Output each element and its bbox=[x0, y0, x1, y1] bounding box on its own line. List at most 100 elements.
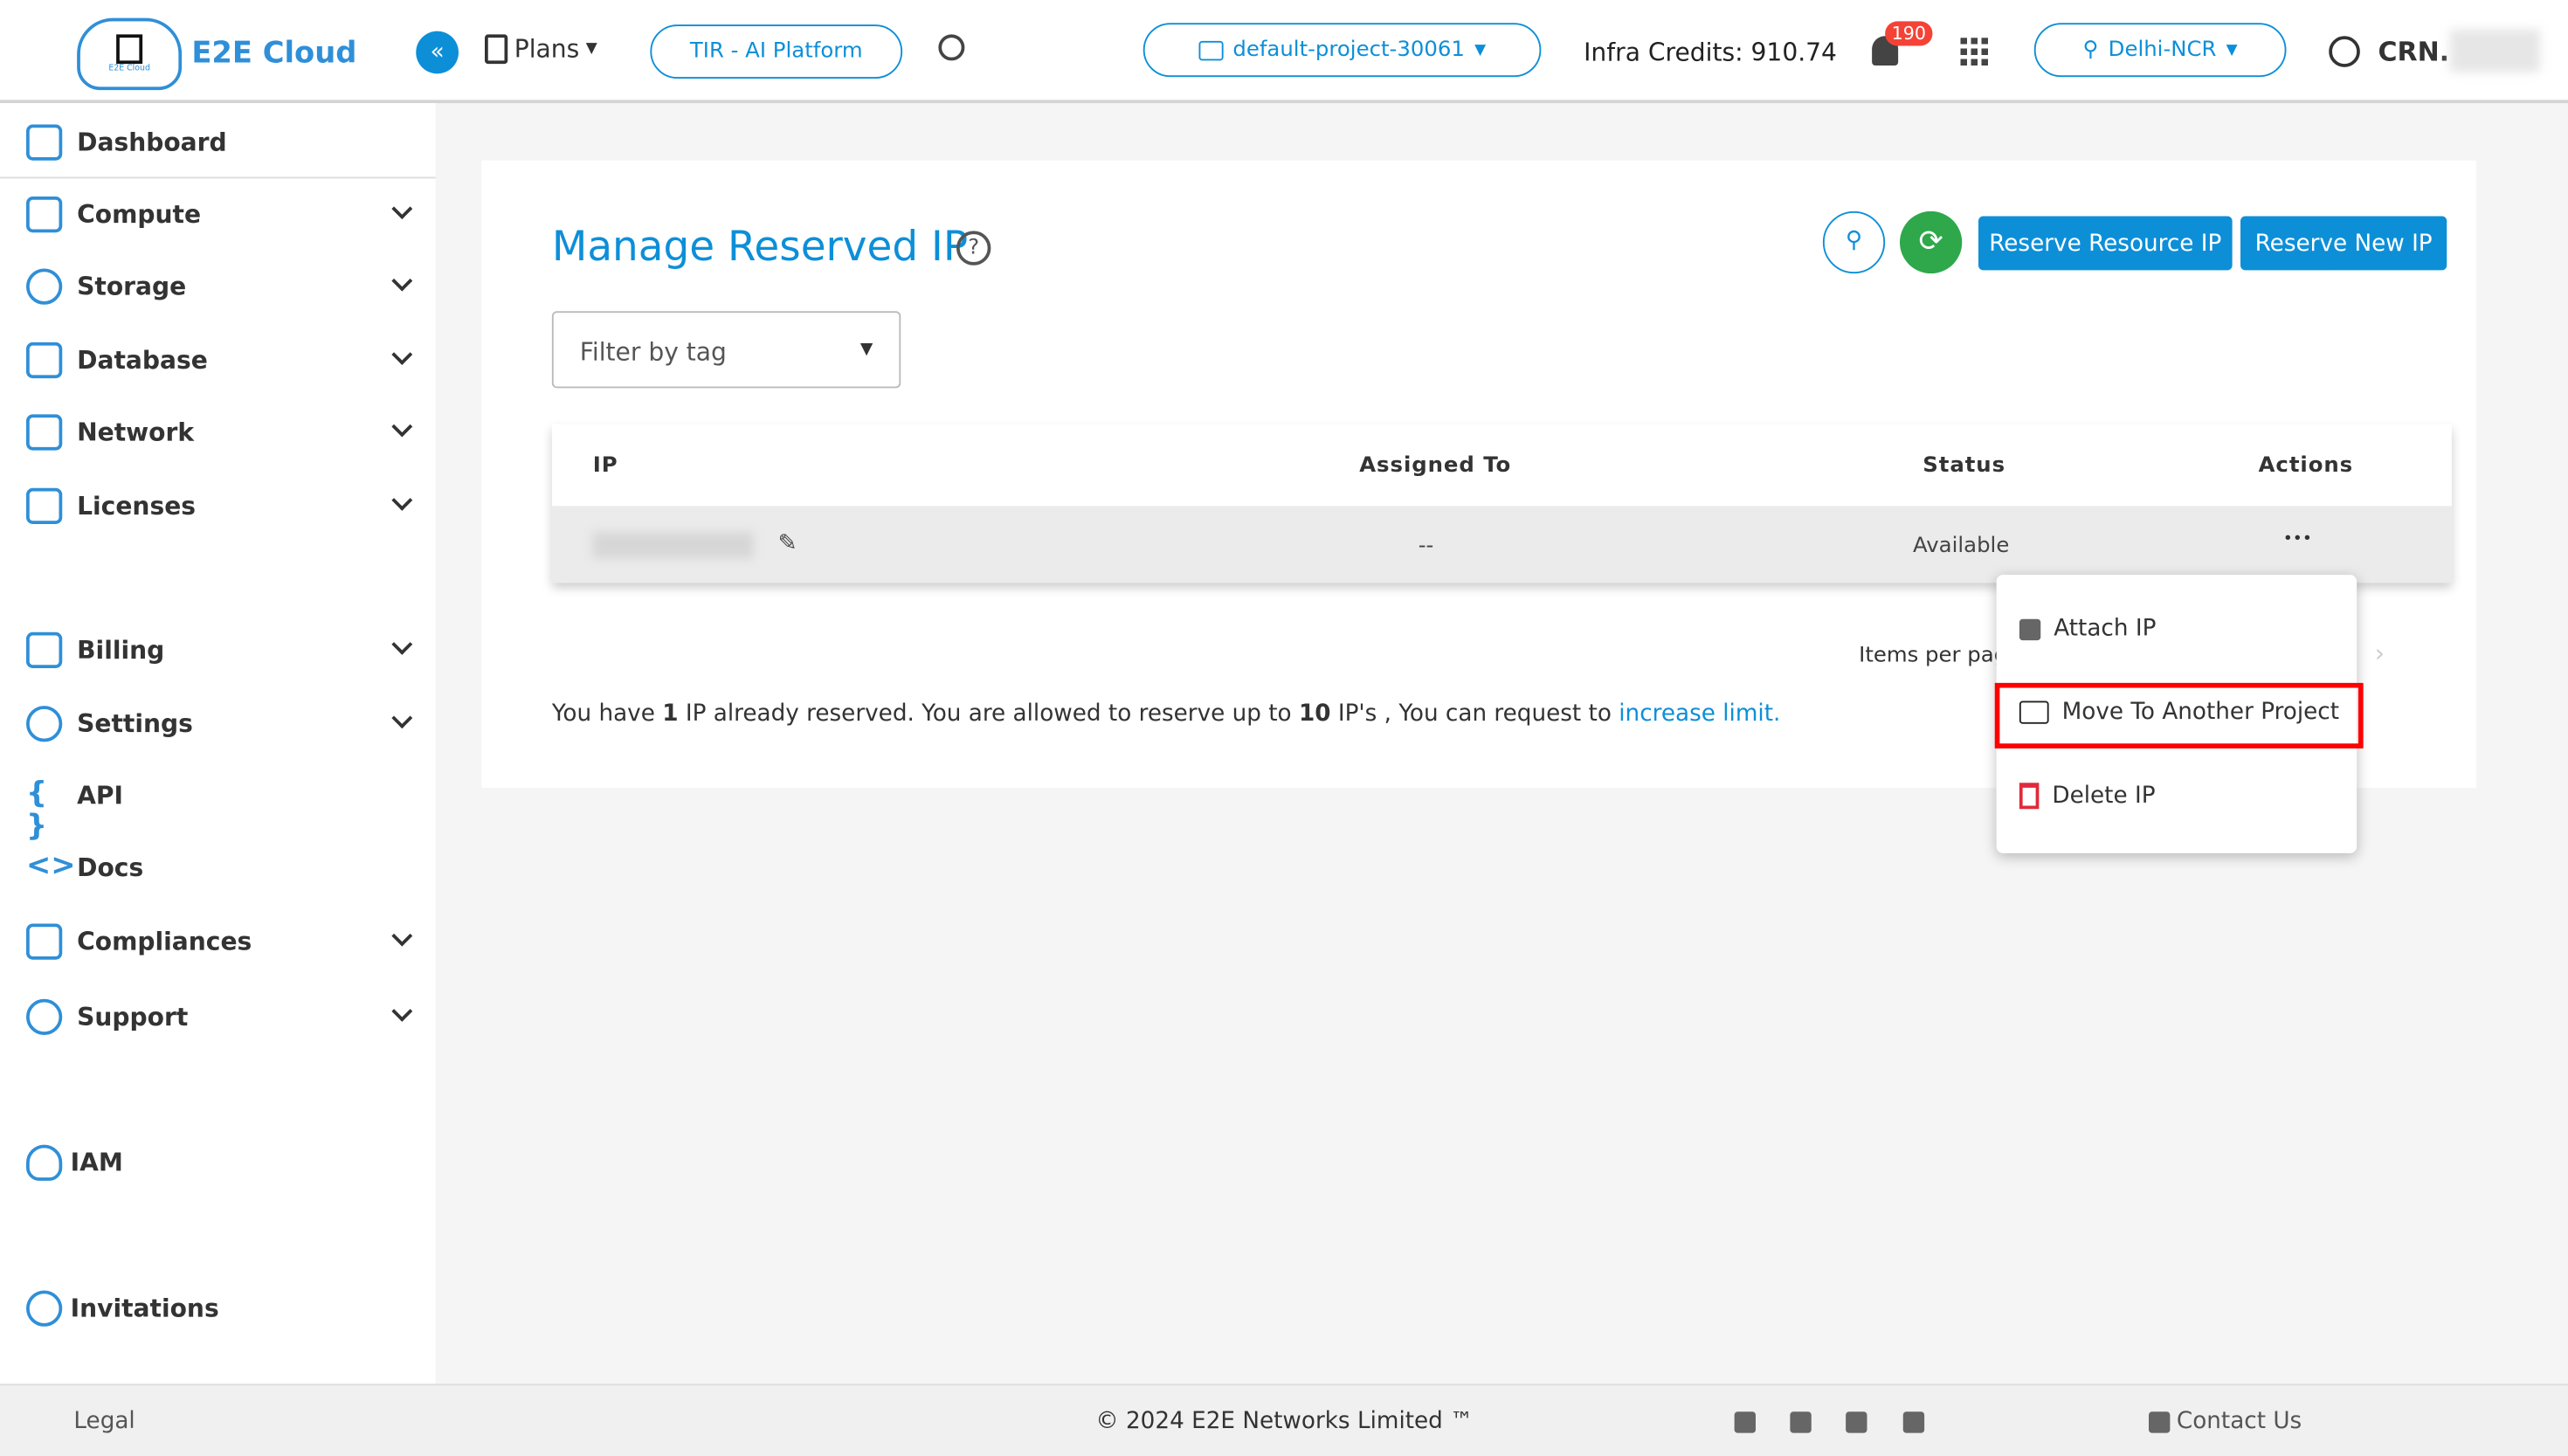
sidebar-item-support[interactable]: Support bbox=[0, 984, 436, 1050]
region-selector[interactable]: ⚲ Delhi-NCR ▼ bbox=[2033, 23, 2287, 78]
chevron-down-icon bbox=[391, 925, 413, 947]
reserve-resource-ip-button[interactable]: Reserve Resource IP bbox=[1978, 216, 2233, 271]
dashboard-icon bbox=[26, 124, 63, 161]
chevron-down-icon bbox=[391, 198, 413, 219]
trash-icon bbox=[2019, 783, 2040, 810]
top-bar: E2E Cloud E2E Cloud « Plans ▼ TIR - AI Pl… bbox=[0, 0, 2568, 104]
notice-text: IP already reserved. You are allowed to … bbox=[678, 700, 1299, 728]
logo-text: E2E Cloud bbox=[108, 64, 150, 74]
network-icon bbox=[26, 414, 63, 451]
billing-icon bbox=[26, 631, 63, 668]
database-icon bbox=[26, 342, 63, 379]
search-button[interactable]: ⚲ bbox=[1822, 210, 1886, 274]
sidebar-item-label: Compliances bbox=[77, 927, 252, 956]
filter-by-tag-select[interactable]: Filter by tag ▼ bbox=[551, 311, 901, 389]
sidebar-item-network[interactable]: Network bbox=[0, 400, 436, 466]
chevron-down-icon bbox=[391, 633, 413, 655]
contact-us-link[interactable]: Contact Us bbox=[2177, 1409, 2302, 1435]
reserve-limit: 10 bbox=[1298, 700, 1331, 728]
sidebar-item-dashboard[interactable]: Dashboard bbox=[0, 108, 436, 179]
user-avatar-icon[interactable] bbox=[2329, 36, 2360, 67]
sidebar-item-label: Support bbox=[77, 1002, 189, 1032]
infra-credits: Infra Credits: 910.74 bbox=[1584, 38, 1837, 67]
sidebar-item-billing[interactable]: Billing bbox=[0, 618, 436, 683]
refresh-button[interactable]: ⟳ bbox=[1900, 210, 1963, 274]
sidebar-item-label: IAM bbox=[70, 1148, 123, 1178]
legal-link[interactable]: Legal bbox=[73, 1409, 135, 1435]
sidebar-item-api[interactable]: { } API bbox=[0, 763, 436, 844]
sidebar-item-invitations[interactable]: Invitations bbox=[0, 1276, 436, 1342]
sidebar-item-compute[interactable]: Compute bbox=[0, 182, 436, 247]
logo[interactable]: E2E Cloud bbox=[77, 17, 183, 91]
ip-table bbox=[551, 424, 2452, 583]
sidebar-item-label: Invitations bbox=[70, 1294, 219, 1323]
sidebar-item-compliances[interactable]: Compliances bbox=[0, 909, 436, 975]
sidebar-item-iam[interactable]: IAM bbox=[0, 1130, 436, 1196]
chevron-down-icon bbox=[391, 707, 413, 729]
filter-placeholder: Filter by tag bbox=[579, 337, 727, 367]
menu-item-label: Delete IP bbox=[2052, 783, 2156, 810]
column-assigned-to: Assigned To bbox=[1359, 453, 1512, 479]
user-crn[interactable]: CRN. bbox=[2378, 36, 2450, 67]
sidebar-item-settings[interactable]: Settings bbox=[0, 691, 436, 756]
reserve-new-ip-button[interactable]: Reserve New IP bbox=[2240, 216, 2447, 271]
caret-down-icon: ▼ bbox=[2226, 41, 2238, 59]
sidebar-item-label: Storage bbox=[77, 272, 187, 301]
chevron-down-icon bbox=[391, 270, 413, 292]
tir-platform-button[interactable]: TIR - AI Platform bbox=[650, 24, 903, 79]
column-status: Status bbox=[1923, 453, 2006, 479]
apps-grid-icon[interactable] bbox=[1960, 38, 1989, 66]
sidebar-item-label: Licenses bbox=[77, 491, 197, 521]
button-label: Reserve Resource IP bbox=[1989, 230, 2222, 257]
project-selector[interactable]: default-project-30061 ▼ bbox=[1142, 23, 1542, 78]
notice-text: You have bbox=[551, 700, 663, 728]
storage-icon bbox=[26, 268, 63, 305]
caret-down-icon: ▼ bbox=[859, 341, 873, 359]
chevron-down-icon bbox=[391, 416, 413, 438]
sidebar-item-label: Network bbox=[77, 417, 195, 447]
compute-icon bbox=[26, 197, 63, 233]
chevron-down-icon bbox=[391, 489, 413, 511]
plans-menu[interactable]: Plans ▼ bbox=[485, 34, 597, 65]
sidebar-item-storage[interactable]: Storage bbox=[0, 254, 436, 320]
menu-item-attach-ip[interactable]: Attach IP bbox=[2019, 616, 2156, 642]
tir-label: TIR - AI Platform bbox=[689, 39, 863, 65]
facebook-icon[interactable] bbox=[1790, 1411, 1812, 1433]
braces-icon: { } bbox=[26, 776, 48, 844]
twitter-icon[interactable] bbox=[1846, 1411, 1867, 1433]
next-page-button[interactable]: › bbox=[2375, 638, 2385, 668]
sidebar-item-database[interactable]: Database bbox=[0, 328, 436, 393]
blurred-user-id bbox=[2450, 29, 2541, 72]
menu-item-delete-ip[interactable]: Delete IP bbox=[2019, 783, 2156, 810]
plans-label: Plans bbox=[514, 34, 580, 65]
actions-menu-button[interactable]: ••• bbox=[2283, 531, 2312, 549]
shield-user-icon bbox=[26, 1144, 63, 1181]
sidebar-item-label: Billing bbox=[77, 635, 165, 666]
sidebar-item-label: Dashboard bbox=[77, 128, 227, 157]
brand-name: E2E Cloud bbox=[191, 36, 357, 71]
footer: Legal © 2024 E2E Networks Limited ™ Cont… bbox=[0, 1384, 2568, 1456]
copyright: © 2024 E2E Networks Limited ™ bbox=[1095, 1408, 1474, 1435]
collapse-sidebar-button[interactable]: « bbox=[416, 31, 459, 74]
code-icon: <> bbox=[26, 848, 76, 883]
table-row bbox=[551, 506, 2452, 583]
notification-badge: 190 bbox=[1885, 21, 1933, 46]
rss-icon[interactable] bbox=[1902, 1411, 1925, 1433]
sidebar-item-licenses[interactable]: Licenses bbox=[0, 473, 436, 539]
plans-icon bbox=[485, 34, 508, 65]
sidebar-item-label: Database bbox=[77, 345, 208, 376]
edit-tag-icon[interactable]: ✎ bbox=[778, 531, 797, 557]
blurred-ip-address bbox=[592, 532, 754, 559]
reserve-notice: You have 1 IP already reserved. You are … bbox=[552, 701, 1780, 728]
linkedin-icon[interactable] bbox=[1734, 1411, 1756, 1433]
phone-icon bbox=[2149, 1411, 2171, 1433]
search-icon[interactable] bbox=[938, 34, 965, 61]
sidebar-item-docs[interactable]: <> Docs bbox=[0, 835, 436, 901]
help-icon[interactable]: ? bbox=[956, 231, 991, 266]
region-label: Delhi-NCR bbox=[2108, 38, 2217, 63]
add-user-icon bbox=[26, 1290, 63, 1327]
assigned-to-cell: -- bbox=[1418, 534, 1434, 559]
location-pin-icon: ⚲ bbox=[2082, 38, 2099, 63]
increase-limit-link[interactable]: increase limit. bbox=[1619, 701, 1780, 728]
document-icon bbox=[26, 923, 63, 960]
